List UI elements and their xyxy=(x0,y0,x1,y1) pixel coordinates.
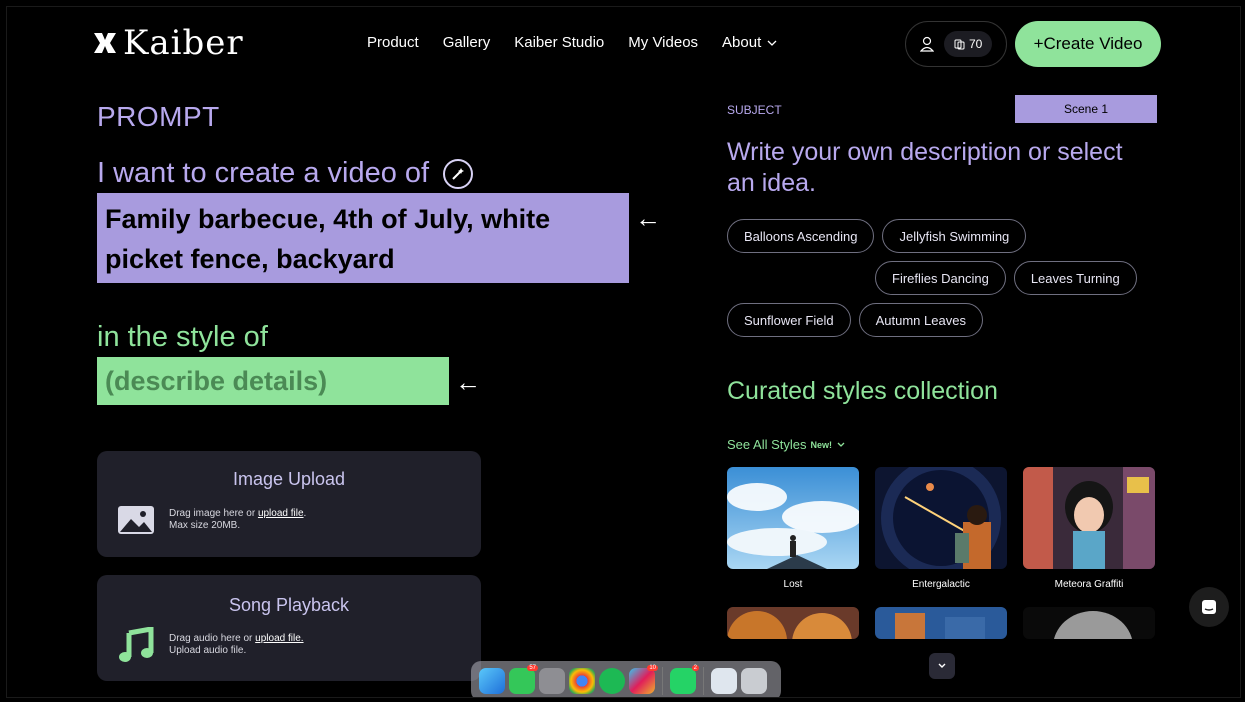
chevron-down-icon xyxy=(837,442,845,447)
subject-input[interactable]: Family barbecue, 4th of July, white pick… xyxy=(97,193,629,283)
nav-about[interactable]: About xyxy=(722,34,777,51)
new-badge: New! xyxy=(810,439,833,450)
idea-chip[interactable]: Autumn Leaves xyxy=(858,303,983,337)
style-tile[interactable] xyxy=(1023,607,1155,639)
image-upload-max-size: Max size 20MB. xyxy=(169,520,241,531)
style-tile-meteora-graffiti[interactable] xyxy=(1023,467,1155,569)
style-tile-lost[interactable] xyxy=(727,467,859,569)
slack-icon[interactable]: 10 xyxy=(629,665,658,694)
nav-gallery[interactable]: Gallery xyxy=(443,34,491,51)
nav-product[interactable]: Product xyxy=(367,34,419,51)
nav-my-videos[interactable]: My Videos xyxy=(628,34,698,51)
image-upload-desc-text: Drag image here or xyxy=(169,508,258,519)
style-tile-entergalactic[interactable] xyxy=(875,467,1007,569)
chat-icon xyxy=(1202,600,1216,614)
subject-heading: Write your own description or select an … xyxy=(727,138,1123,197)
macos-dock: 57 10 2 xyxy=(471,661,781,697)
nav-about-label: About xyxy=(722,34,762,51)
song-playback-desc: Drag audio here or upload file. Upload a… xyxy=(169,633,304,657)
whatsapp-icon[interactable]: 2 xyxy=(670,665,699,694)
dock-separator xyxy=(703,667,704,695)
arrow-left-icon: ← xyxy=(635,203,661,233)
credits-count: 70 xyxy=(969,37,983,51)
account-pill[interactable]: 70 xyxy=(905,21,1007,67)
curated-styles-heading: Curated styles collection xyxy=(727,377,998,405)
kaiber-logo-icon xyxy=(94,33,116,53)
image-upload-desc-suffix: . xyxy=(303,508,307,519)
music-note-icon xyxy=(119,627,154,662)
song-upload-link[interactable]: upload file. xyxy=(255,633,303,644)
image-upload-card[interactable]: Image Upload Drag image here or upload f… xyxy=(97,451,481,557)
chevron-down-icon xyxy=(938,663,946,668)
idea-chip[interactable]: Sunflower Field xyxy=(727,303,851,337)
style-intro: in the style of xyxy=(97,321,268,353)
entergalactic-thumbnail xyxy=(875,467,1007,569)
prompt-intro-text: I want to create a video of xyxy=(97,157,430,189)
style-thumbnail xyxy=(1023,607,1155,639)
app-window: Kaiber Product Gallery Kaiber Studio My … xyxy=(6,6,1241,698)
chat-support-button[interactable] xyxy=(1189,587,1229,627)
idea-chip[interactable]: Fireflies Dancing xyxy=(875,261,1006,295)
style-tile-label: Lost xyxy=(783,579,803,590)
image-upload-title: Image Upload xyxy=(232,469,346,489)
expand-gallery-button[interactable] xyxy=(929,653,955,679)
see-all-styles[interactable]: See All Styles New! xyxy=(727,437,846,452)
main-nav: Product Gallery Kaiber Studio My Videos … xyxy=(367,34,777,51)
kaiber-logo[interactable]: Kaiber xyxy=(91,23,244,63)
style-thumbnail xyxy=(727,607,859,639)
nav-kaiber-studio[interactable]: Kaiber Studio xyxy=(514,34,604,51)
idea-chip[interactable]: Jellyfish Swimming xyxy=(882,219,1027,253)
see-all-styles-label: See All Styles xyxy=(727,437,807,452)
system-settings-icon[interactable] xyxy=(539,668,565,694)
prompt-title: PROMPT xyxy=(97,101,220,132)
image-upload-link[interactable]: upload file xyxy=(258,508,304,519)
image-upload-desc: Drag image here or upload file. Max size… xyxy=(169,508,306,532)
image-icon xyxy=(118,506,154,534)
lost-thumbnail xyxy=(727,467,859,569)
credits-badge: 70 xyxy=(944,31,993,57)
idea-chip-spacer-break xyxy=(727,261,807,295)
arrow-left-icon: ← xyxy=(455,367,481,397)
style-tile-label: Entergalactic xyxy=(912,579,970,590)
idea-chip[interactable]: Leaves Turning xyxy=(1013,261,1137,295)
notification-badge: 2 xyxy=(691,665,699,671)
style-tile[interactable] xyxy=(727,607,859,639)
chevron-down-icon xyxy=(767,40,777,46)
image-upload-row: Drag image here or upload file. Max size… xyxy=(117,505,306,535)
scene-tab[interactable]: Scene 1 xyxy=(1015,95,1157,123)
idea-chip[interactable]: Balloons Ascending xyxy=(727,219,875,253)
magic-wand-icon[interactable] xyxy=(443,158,474,189)
preview-window-icon[interactable] xyxy=(711,668,737,694)
style-thumbnail xyxy=(875,607,1007,639)
style-tile-label: Meteora Graffiti xyxy=(1054,579,1124,590)
meteora-graffiti-thumbnail xyxy=(1023,467,1155,569)
credits-icon xyxy=(954,39,965,49)
finder-icon[interactable] xyxy=(479,668,505,694)
idea-chips: Balloons Ascending Jellyfish Swimming Fi… xyxy=(727,219,1167,337)
trash-icon[interactable] xyxy=(741,668,767,694)
style-tile[interactable] xyxy=(875,607,1007,639)
user-icon xyxy=(920,36,934,52)
song-playback-card[interactable]: Song Playback Drag audio here or upload … xyxy=(97,575,481,681)
style-input[interactable]: (describe details) xyxy=(97,357,449,405)
create-video-button[interactable]: +Create Video xyxy=(1015,21,1161,67)
dock-separator xyxy=(662,667,663,695)
logo-text: Kaiber xyxy=(123,23,244,63)
chrome-icon[interactable] xyxy=(569,668,595,694)
spotify-icon[interactable] xyxy=(599,668,625,694)
song-playback-row: Drag audio here or upload file. Upload a… xyxy=(117,627,304,663)
messages-icon[interactable]: 57 xyxy=(509,665,538,694)
notification-badge: 10 xyxy=(647,665,658,671)
song-playback-desc-text: Drag audio here or xyxy=(169,633,256,644)
song-playback-sub: Upload audio file. xyxy=(169,645,247,656)
subject-label: SUBJECT xyxy=(727,103,782,117)
song-playback-title: Song Playback xyxy=(228,595,350,615)
notification-badge: 57 xyxy=(527,665,538,671)
top-navbar: Kaiber Product Gallery Kaiber Studio My … xyxy=(7,7,1240,85)
prompt-intro: I want to create a video of xyxy=(97,157,474,190)
